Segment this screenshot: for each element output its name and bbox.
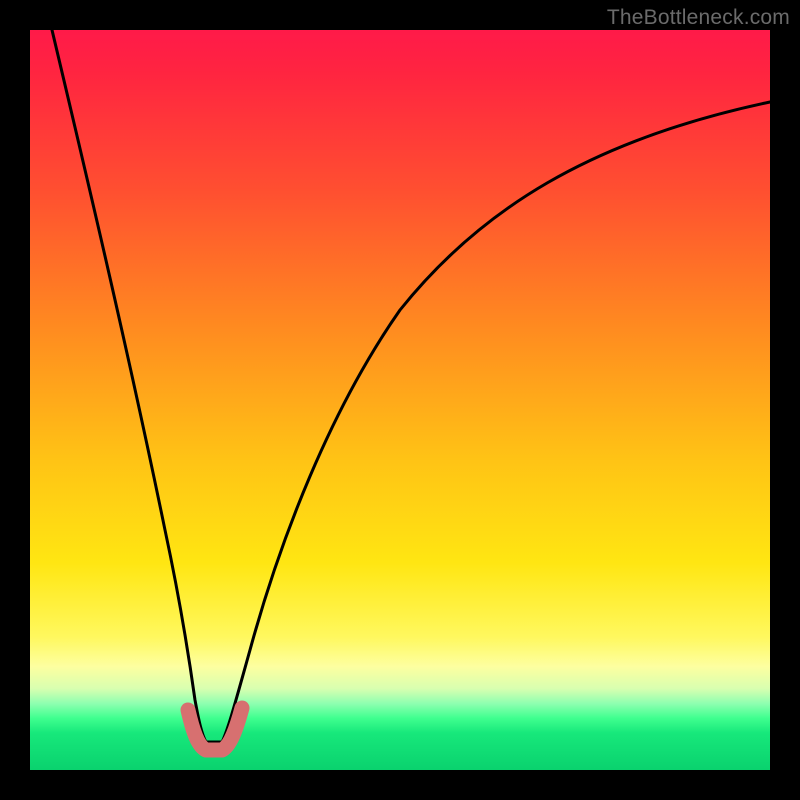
optimal-range-marker	[188, 708, 242, 750]
bottleneck-curve	[30, 30, 770, 770]
curve-path	[52, 30, 770, 742]
watermark-text: TheBottleneck.com	[607, 6, 790, 30]
chart-frame: TheBottleneck.com	[0, 0, 800, 800]
chart-plot-area	[30, 30, 770, 770]
